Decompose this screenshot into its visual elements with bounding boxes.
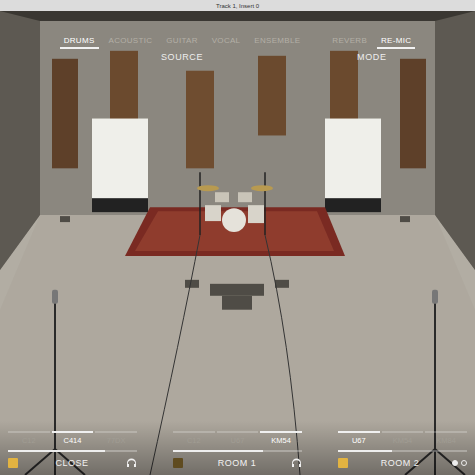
mic-option[interactable]: C12 [8, 431, 50, 445]
source-group: DRUMS ACOUSTIC GUITAR VOCAL ENSEMBLE SOURCE [60, 35, 305, 62]
room-view: DRUMS ACOUSTIC GUITAR VOCAL ENSEMBLE SOURCE RE… [0, 11, 475, 475]
mic-option[interactable]: C414 [52, 431, 94, 445]
mic-selector: C12C41477DX [8, 431, 137, 445]
pager-dot[interactable] [461, 460, 467, 466]
mic-slots: C12C41477DXCLOSEC12U67KM54ROOM 1U67KM54K… [0, 421, 475, 475]
mic-selector: U67KM54KM84 [338, 431, 467, 445]
enable-button[interactable] [173, 458, 183, 468]
mode-label: MODE [357, 52, 386, 62]
level-slider[interactable] [173, 450, 302, 452]
slot-name: ROOM 1 [218, 458, 257, 468]
source-tab[interactable]: ENSEMBLE [250, 35, 304, 49]
source-tab[interactable]: DRUMS [60, 35, 99, 49]
mode-group: REVERB RE-MIC MODE [328, 35, 415, 62]
slot-footer: ROOM 2 [338, 457, 467, 469]
mic-option[interactable]: KM84 [425, 431, 467, 445]
slot-name: CLOSE [55, 458, 88, 468]
plugin-window: Track 1, Insert 0 DRUMS ACOUSTIC GUITAR VOCA… [0, 0, 475, 475]
source-tab[interactable]: GUITAR [162, 35, 201, 49]
slot-icons [291, 458, 302, 468]
source-tab[interactable]: ACOUSTIC [105, 35, 157, 49]
listen-icon[interactable] [126, 458, 137, 468]
mode-tab[interactable]: RE-MIC [377, 35, 415, 49]
top-controls: DRUMS ACOUSTIC GUITAR VOCAL ENSEMBLE SOURCE RE… [0, 11, 475, 62]
slot-footer: ROOM 1 [173, 457, 302, 469]
level-fill [338, 450, 392, 452]
mic-option[interactable]: U67 [338, 431, 380, 445]
pager [452, 460, 467, 466]
slot-footer: CLOSE [8, 457, 137, 469]
slot-name: ROOM 2 [381, 458, 420, 468]
mic-option[interactable]: C12 [173, 431, 215, 445]
mode-tabs: REVERB RE-MIC [328, 35, 415, 49]
mic-selector: C12U67KM54 [173, 431, 302, 445]
source-tab[interactable]: VOCAL [208, 35, 245, 49]
listen-icon[interactable] [291, 458, 302, 468]
level-slider[interactable] [338, 450, 467, 452]
mic-option[interactable]: KM54 [260, 431, 302, 445]
level-slider[interactable] [8, 450, 137, 452]
level-fill [8, 450, 105, 452]
slot-icons [452, 460, 467, 466]
source-label: SOURCE [161, 52, 203, 62]
pager-dot[interactable] [452, 460, 458, 466]
mic-option[interactable]: KM54 [382, 431, 424, 445]
mic-slot: C12U67KM54 ROOM 1 [173, 431, 302, 469]
room-render-icon [0, 11, 475, 475]
enable-button[interactable] [338, 458, 348, 468]
mic-slot: C12C41477DX CLOSE [8, 431, 137, 469]
mic-option[interactable]: 77DX [95, 431, 137, 445]
mode-tab[interactable]: REVERB [328, 35, 371, 49]
source-tabs: DRUMS ACOUSTIC GUITAR VOCAL ENSEMBLE [60, 35, 305, 49]
enable-button[interactable] [8, 458, 18, 468]
level-fill [173, 450, 263, 452]
mic-option[interactable]: U67 [217, 431, 259, 445]
mic-slot: U67KM54KM84 ROOM 2 [338, 431, 467, 469]
slot-icons [126, 458, 137, 468]
window-title: Track 1, Insert 0 [0, 0, 475, 11]
